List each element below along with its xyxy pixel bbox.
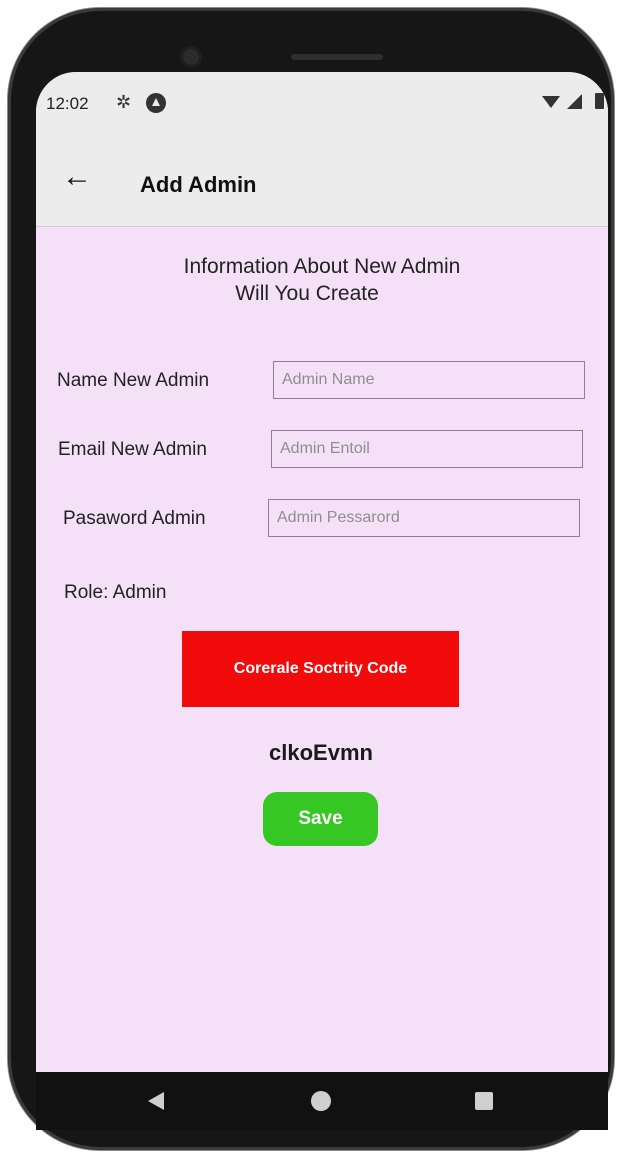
password-label: Pasaword Admin (63, 508, 206, 529)
nav-back-icon[interactable] (148, 1092, 164, 1110)
back-arrow-icon[interactable]: ← (62, 162, 92, 192)
signal-icon (567, 94, 582, 109)
info-line-2: Will You Create (235, 282, 379, 305)
wifi-icon (542, 96, 560, 108)
system-nav-bar (36, 1072, 608, 1130)
role-text: Role: Admin (64, 582, 167, 603)
front-camera (180, 46, 202, 68)
admin-email-input[interactable] (271, 430, 583, 468)
app-bar: ← Add Admin (36, 136, 608, 227)
status-bar: 12:02 ✲ (36, 72, 608, 136)
battery-icon (595, 93, 604, 109)
status-time: 12:02 (46, 94, 89, 113)
app-screen: 12:02 ✲ ← Add Admin Information About Ne… (36, 72, 608, 1072)
page-title: Add Admin (140, 172, 257, 197)
save-button[interactable]: Save (263, 792, 378, 846)
admin-name-input[interactable] (273, 361, 585, 399)
sync-icon (146, 93, 166, 113)
nav-home-icon[interactable] (311, 1091, 331, 1111)
earpiece-speaker (291, 54, 383, 60)
email-label: Email New Admin (58, 439, 207, 460)
settings-gear-icon: ✲ (116, 92, 132, 112)
security-code-value: clkoEvmn (269, 740, 373, 765)
name-label: Name New Admin (57, 370, 210, 391)
nav-recent-icon[interactable] (475, 1092, 493, 1110)
info-line-1: Information About New Admin (183, 255, 461, 278)
admin-password-input[interactable] (268, 499, 580, 537)
generate-security-code-button[interactable]: Corerale Soctrity Code (182, 631, 459, 707)
info-heading: Information About New Admin Will You Cre… (36, 253, 608, 307)
